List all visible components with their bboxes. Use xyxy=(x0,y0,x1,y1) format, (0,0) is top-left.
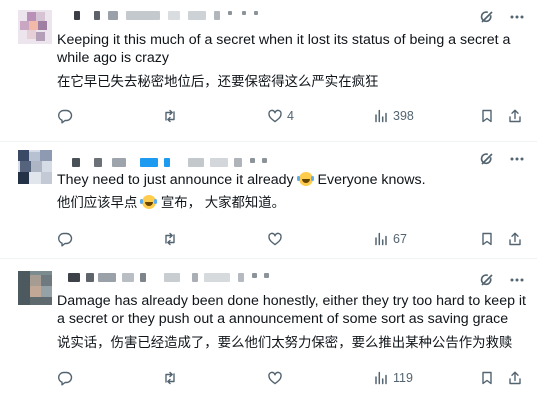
translation-part-1: 他们应该早点 xyxy=(57,195,138,210)
bookmark-icon xyxy=(482,371,492,385)
reply-button[interactable] xyxy=(57,108,73,124)
like-button[interactable]: 4 xyxy=(267,108,294,124)
retweet-button[interactable] xyxy=(162,108,178,124)
avatar[interactable] xyxy=(18,150,52,184)
bookmark-icon xyxy=(482,232,492,246)
like-count: 4 xyxy=(287,109,294,123)
post-text-part-2: Everyone knows. xyxy=(317,172,426,188)
views-button[interactable]: 398 xyxy=(373,108,414,124)
like-button[interactable] xyxy=(267,370,283,386)
more-icon[interactable] xyxy=(509,151,525,167)
views-button[interactable]: 67 xyxy=(373,231,407,247)
view-count: 67 xyxy=(393,232,407,246)
post-1[interactable]: Keeping it this much of a secret when it… xyxy=(0,0,537,142)
retweet-icon xyxy=(165,109,175,123)
grok-icon[interactable] xyxy=(479,272,495,288)
bookmark-button[interactable] xyxy=(479,108,495,124)
views-icon xyxy=(375,232,387,246)
post-translation: 他们应该早点 宣布， 大家都知道。 xyxy=(57,194,527,212)
bookmark-button[interactable] xyxy=(479,370,495,386)
post-translation: 在它早已失去秘密地位后，还要保密得这么严实在疯狂 xyxy=(57,74,379,89)
post-translation: 说实话，伤害已经造成了，要么他们太努力保密，要么推出某种公告作为救赎 xyxy=(57,335,513,350)
action-bar: 67 xyxy=(57,231,527,251)
views-button[interactable]: 119 xyxy=(373,370,413,386)
action-bar: 4 398 xyxy=(57,108,527,128)
post-text: Damage has already been done honestly, e… xyxy=(57,293,527,327)
share-icon xyxy=(509,371,521,385)
views-icon xyxy=(375,109,387,123)
share-icon xyxy=(509,109,521,123)
post-text: They need to just announce it already Ev… xyxy=(57,171,527,189)
retweet-button[interactable] xyxy=(162,231,178,247)
views-icon xyxy=(375,371,387,385)
post-3[interactable]: Damage has already been done honestly, e… xyxy=(0,258,537,398)
grok-icon[interactable] xyxy=(479,151,495,167)
reply-button[interactable] xyxy=(57,370,73,386)
reply-button[interactable] xyxy=(57,231,73,247)
share-button[interactable] xyxy=(507,108,523,124)
translation-part-2: 宣布， 大家都知道。 xyxy=(160,195,286,210)
retweet-icon xyxy=(165,371,175,385)
heart-icon xyxy=(268,371,282,385)
avatar[interactable] xyxy=(18,271,52,305)
action-bar: 119 xyxy=(57,370,527,390)
view-count: 398 xyxy=(393,109,414,123)
share-button[interactable] xyxy=(507,231,523,247)
avatar[interactable] xyxy=(18,10,52,44)
tears-of-joy-emoji xyxy=(296,172,313,186)
view-count: 119 xyxy=(393,371,413,385)
retweet-button[interactable] xyxy=(162,370,178,386)
like-button[interactable] xyxy=(267,231,283,247)
post-2[interactable]: They need to just announce it already Ev… xyxy=(0,141,537,259)
reply-icon xyxy=(58,109,73,124)
heart-icon xyxy=(268,232,282,246)
grok-icon[interactable] xyxy=(479,9,495,25)
reply-icon xyxy=(58,371,73,386)
bookmark-button[interactable] xyxy=(479,231,495,247)
post-text: Keeping it this much of a secret when it… xyxy=(57,32,511,66)
reply-icon xyxy=(58,232,73,247)
more-icon[interactable] xyxy=(509,272,525,288)
share-icon xyxy=(509,232,521,246)
retweet-icon xyxy=(165,232,175,246)
share-button[interactable] xyxy=(507,370,523,386)
bookmark-icon xyxy=(482,109,492,123)
more-icon[interactable] xyxy=(509,9,525,25)
post-text-part-1: They need to just announce it already xyxy=(57,172,294,188)
tears-of-joy-emoji xyxy=(140,195,157,209)
heart-icon xyxy=(268,109,282,123)
